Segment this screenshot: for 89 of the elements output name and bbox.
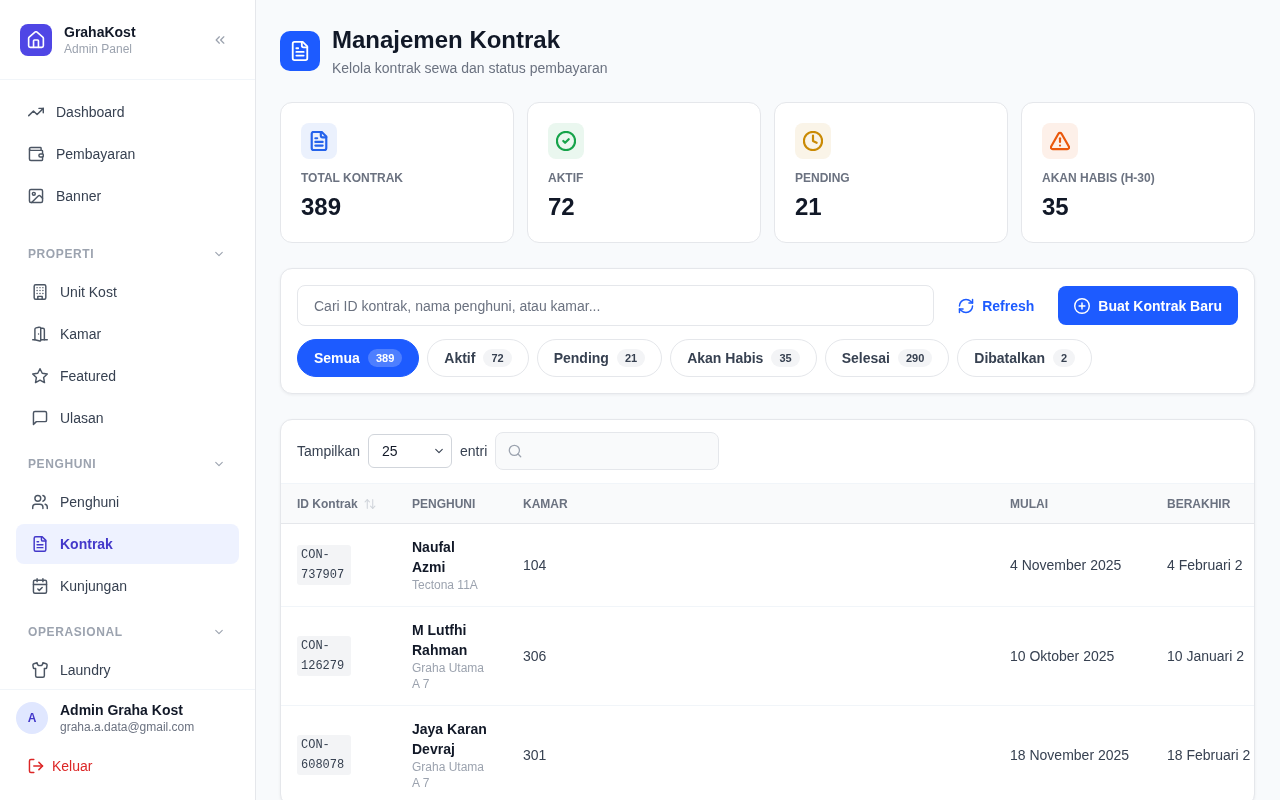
document-icon	[32, 536, 48, 552]
nav-item[interactable]: Banner	[16, 176, 239, 216]
nav-item[interactable]: Dashboard	[16, 92, 239, 132]
refresh-button[interactable]: Refresh	[958, 297, 1035, 314]
document-icon	[280, 31, 320, 71]
star-icon	[32, 368, 48, 384]
nav-item[interactable]: Ulasan	[16, 398, 239, 438]
create-contract-button[interactable]: Buat Kontrak Baru	[1058, 286, 1238, 325]
start-date: 10 Oktober 2025	[1010, 648, 1115, 664]
end-date: 4 Februari 2	[1167, 557, 1243, 573]
count-badge: 35	[771, 349, 800, 367]
page-size-select[interactable]: 25	[368, 434, 453, 468]
image-icon	[28, 188, 44, 204]
filter-tab[interactable]: Aktif 72	[427, 339, 529, 377]
building-icon	[32, 284, 48, 300]
stat-label: AKTIF	[548, 170, 585, 186]
tenant-name: M Lutfhi Rahman	[412, 621, 469, 660]
start-date: 4 November 2025	[1010, 557, 1122, 573]
wallet-icon	[28, 146, 44, 162]
avatar: A	[16, 702, 48, 734]
brand-subtitle: Admin Panel	[64, 40, 133, 57]
start-date: 18 November 2025	[1010, 747, 1130, 763]
room-number: 301	[523, 747, 547, 763]
search-icon	[508, 444, 523, 458]
people-icon	[32, 494, 48, 510]
filter-tab[interactable]: Akan Habis 35	[670, 339, 817, 377]
room-number: 104	[523, 557, 547, 573]
nav-item[interactable]: Kunjungan	[16, 566, 239, 606]
end-date: 18 Februari 2	[1167, 747, 1251, 763]
nav-item[interactable]: Unit Kost	[16, 272, 239, 312]
plus-circle-icon	[1074, 297, 1091, 314]
nav-item[interactable]: Featured	[16, 356, 239, 396]
search-field[interactable]	[495, 432, 720, 470]
nav-item[interactable]: Kontrak	[16, 524, 239, 564]
contract-id: CON-126279	[297, 636, 351, 676]
unit-name: Tectona 11A	[412, 577, 479, 593]
stat-value: 21	[795, 192, 823, 222]
nav-item[interactable]: Laundry	[16, 650, 239, 689]
stat-value: 72	[548, 192, 576, 222]
tenant-name: Naufal Azmi	[412, 538, 456, 577]
logout-icon	[28, 758, 44, 774]
page-title: Manajemen Kontrak	[332, 26, 562, 54]
end-date: 10 Januari 2	[1167, 648, 1245, 664]
door-icon	[32, 326, 48, 342]
stat-label: TOTAL KONTRAK	[301, 170, 404, 186]
unit-name: Graha Utama A 7	[412, 660, 486, 692]
filter-tab[interactable]: Pending 21	[536, 339, 663, 377]
search-field[interactable]: Cari ID kontrak, nama penghuni, atau kamar...	[297, 285, 935, 326]
filter-tab[interactable]: Selesai 290	[824, 339, 950, 377]
column-header: MULAI	[1010, 496, 1048, 511]
entries-label: entri	[460, 443, 488, 459]
unit-name: Graha Utama A 7	[412, 759, 486, 791]
filter-tab[interactable]: Dibatalkan 2	[957, 339, 1093, 377]
count-badge: 21	[616, 349, 646, 367]
calendar-icon	[32, 578, 48, 594]
stat-value: 35	[1042, 192, 1070, 222]
sort-arrows-icon[interactable]	[363, 497, 376, 510]
nav-item[interactable]: Kamar	[16, 314, 239, 354]
column-header: ID Kontrak	[297, 496, 358, 511]
filter-tab[interactable]: Semua 389	[297, 339, 420, 377]
count-badge: 72	[483, 349, 512, 367]
column-header: BERAKHIR	[1167, 496, 1231, 511]
count-badge: 290	[897, 349, 933, 367]
nav-item[interactable]: Pembayaran	[16, 134, 239, 174]
count-badge: 389	[367, 349, 403, 367]
shirt-icon	[32, 662, 48, 678]
room-number: 306	[523, 648, 547, 664]
refresh-icon	[958, 297, 975, 314]
column-header: PENGHUNI	[412, 496, 476, 511]
house-icon	[20, 23, 52, 56]
stat-label: AKAN HABIS (H-30)	[1042, 170, 1156, 186]
nav-item[interactable]: Penghuni	[16, 482, 239, 522]
count-badge: 2	[1053, 349, 1076, 367]
document-icon	[301, 123, 337, 159]
warning-icon	[1042, 123, 1078, 159]
tenant-name: Jaya Karan Devraj	[412, 720, 488, 759]
user-email: graha.a.data@gmail.com	[60, 719, 195, 735]
contract-id: CON-608078	[297, 735, 351, 775]
column-header: KAMAR	[523, 496, 568, 511]
page-subtitle: Kelola kontrak sewa dan status pembayaran	[332, 59, 608, 78]
user-name: Admin Graha Kost	[60, 701, 184, 719]
stat-value: 389	[301, 192, 343, 222]
show-label: Tampilkan	[297, 443, 361, 459]
clock-icon	[795, 123, 831, 159]
stat-label: PENDING	[795, 170, 851, 186]
logout-button[interactable]: Keluar	[16, 748, 105, 784]
speech-bubble-icon	[32, 410, 48, 426]
brand-name: GrahaKost	[64, 22, 136, 41]
contract-id: CON-737907	[297, 545, 351, 585]
